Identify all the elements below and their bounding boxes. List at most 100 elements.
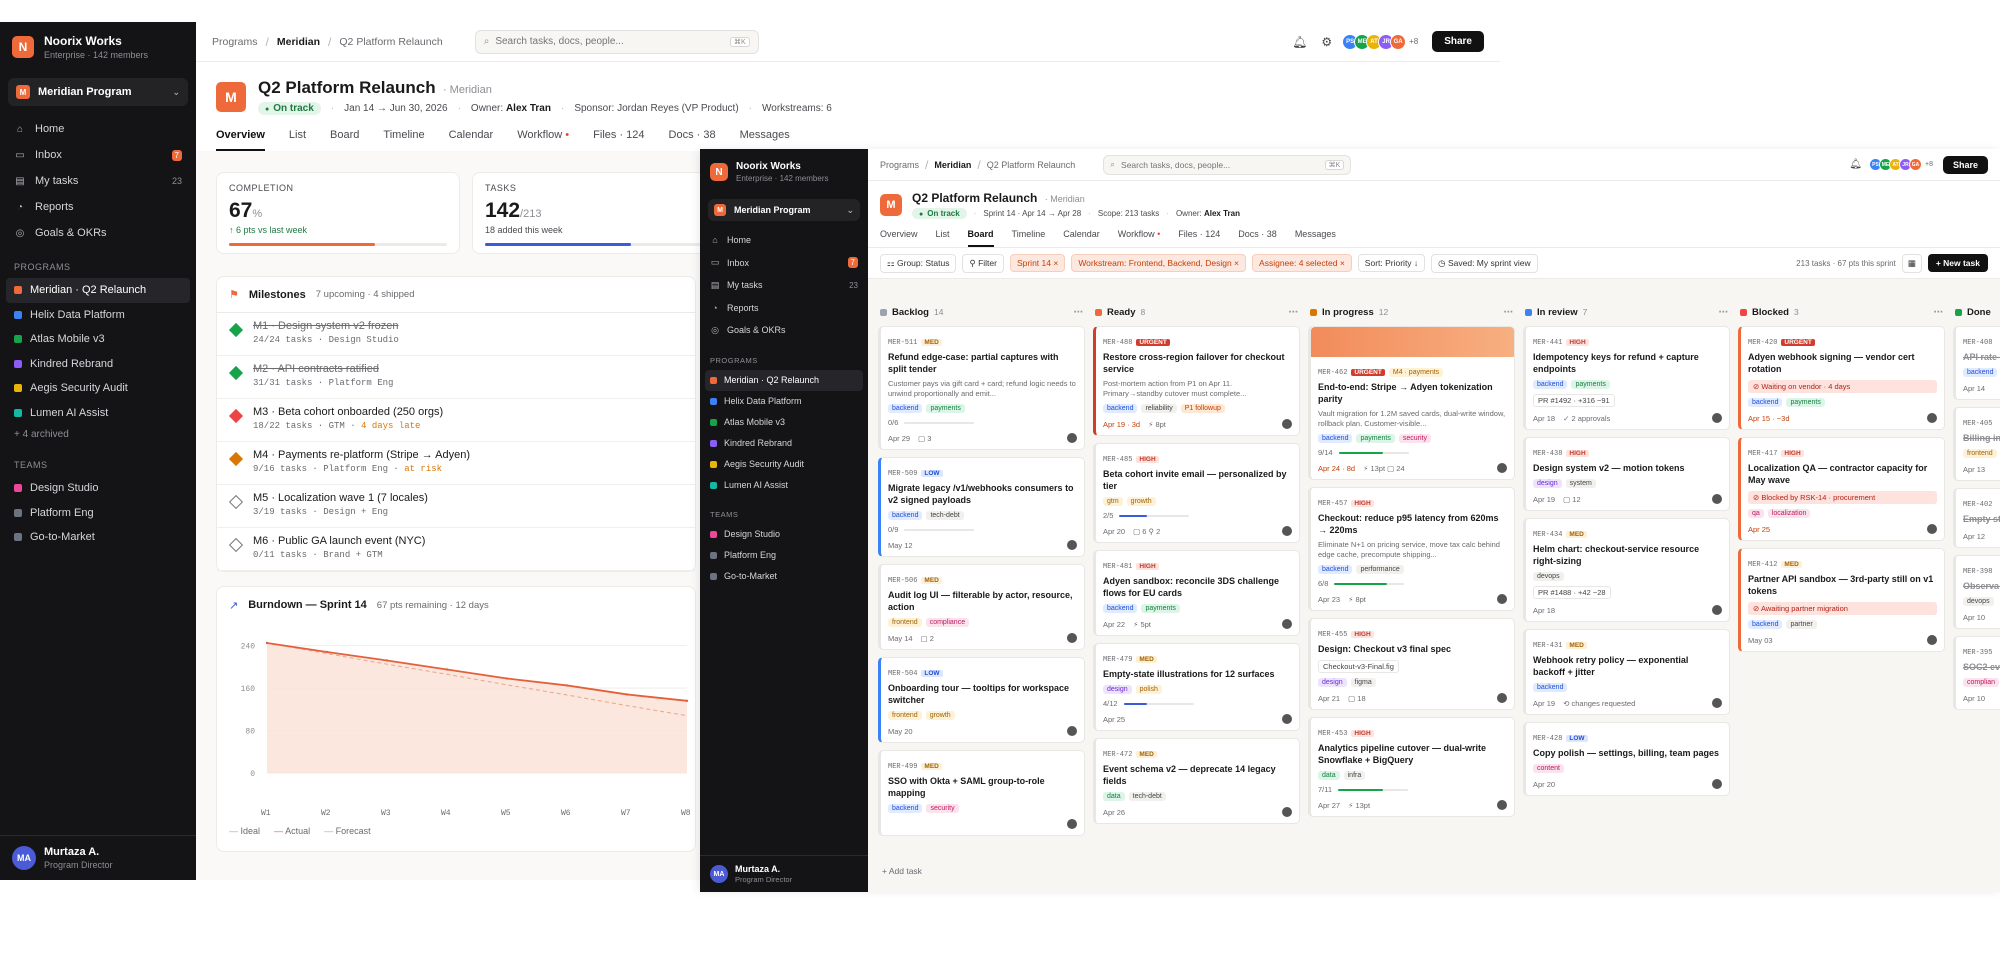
task-card[interactable]: MER-509 LOW Migrate legacy /v1/webhooks co… — [878, 457, 1085, 557]
tab-overview[interactable]: Overview — [880, 229, 918, 247]
team-item-go-to-market[interactable]: Go-to-Market — [0, 525, 196, 550]
task-card[interactable]: MER-499 MED SSO with Okta + SAML group-to-… — [878, 750, 1085, 836]
assignee-avatar[interactable] — [1927, 524, 1937, 534]
tab-files-124[interactable]: Files · 124 — [593, 129, 644, 151]
filter-chip-sprint[interactable]: Sprint 14 × — [1009, 254, 1066, 272]
assignee-avatar[interactable] — [1712, 698, 1722, 708]
program-item-kindred-rebrand[interactable]: Kindred Rebrand — [700, 433, 868, 454]
assignee-avatar[interactable] — [1497, 463, 1507, 473]
workspace-switcher[interactable]: N Noorix Works Enterprise · 142 members — [0, 22, 196, 72]
task-card[interactable]: MER-506 MED Audit log UI — filterable by a… — [878, 564, 1085, 650]
team-item-design-studio[interactable]: Design Studio — [700, 524, 868, 545]
column-header[interactable]: Blocked 3 ⋯ — [1738, 302, 1945, 322]
tab-messages[interactable]: Messages — [740, 129, 790, 151]
task-card[interactable]: MER-395 SOC2 ev reviews complian Apr 10 — [1953, 636, 2000, 710]
bell-icon[interactable]: 🔔︎ — [1292, 35, 1307, 49]
milestone-row[interactable]: M1 · Design system v2 frozen 24/24 tasks … — [217, 313, 695, 356]
program-item-aegis-security-audit[interactable]: Aegis Security Audit — [700, 454, 868, 475]
tab-workflow[interactable]: Workflow • — [1118, 229, 1161, 247]
program-item-meridian-q2-relaunch[interactable]: Meridian · Q2 Relaunch — [705, 369, 863, 391]
member-avatars[interactable]: PS ME AT JR GA +8 — [1869, 158, 1933, 171]
sidebar-item-my-tasks[interactable]: ▤ My tasks 23 — [0, 168, 196, 194]
filter-chip-workstream[interactable]: Workstream: Frontend, Backend, Design × — [1071, 254, 1247, 272]
assignee-avatar[interactable] — [1067, 726, 1077, 736]
breadcrumb-programs[interactable]: Programs — [212, 36, 258, 48]
task-card[interactable]: MER-408 API rate-limit offender backend Apr… — [1953, 326, 2000, 400]
assignee-avatar[interactable] — [1282, 714, 1292, 724]
team-item-go-to-market[interactable]: Go-to-Market — [700, 566, 868, 587]
tab-list[interactable]: List — [936, 229, 950, 247]
task-card[interactable]: MER-434 MED Helm chart: checkout-service r… — [1523, 518, 1730, 622]
assignee-avatar[interactable] — [1927, 635, 1937, 645]
assignee-avatar[interactable] — [1067, 540, 1077, 550]
more-icon[interactable]: ⋯ — [1504, 307, 1514, 318]
new-task-button[interactable]: + New task — [1927, 254, 1988, 272]
sort-button[interactable]: Sort: Priority ↓ — [1357, 254, 1426, 272]
column-header[interactable]: In review 7 ⋯ — [1523, 302, 1730, 322]
gear-icon[interactable]: ⚙ — [1321, 35, 1332, 49]
filter-button[interactable]: ⚲ Filter — [962, 253, 1004, 273]
share-button[interactable]: Share — [1432, 31, 1484, 52]
task-card[interactable]: MER-412 MED Partner API sandbox — 3rd-part… — [1738, 548, 1945, 652]
assignee-avatar[interactable] — [1282, 619, 1292, 629]
sidebar-item-reports[interactable]: ◔ Reports — [0, 194, 196, 220]
program-item-helix-data-platform[interactable]: Helix Data Platform — [0, 303, 196, 328]
share-button[interactable]: Share — [1942, 155, 1988, 174]
member-avatars[interactable]: PS ME AT JR GA +8 — [1342, 33, 1418, 50]
task-card[interactable]: MER-485 HIGH Beta cohort invite email — pe… — [1093, 443, 1300, 543]
more-icon[interactable]: ⋯ — [1719, 307, 1729, 318]
milestone-row[interactable]: M4 · Payments re-platform (Stripe → Adye… — [217, 442, 695, 485]
more-icon[interactable]: ⋯ — [1934, 307, 1944, 318]
assignee-avatar[interactable] — [1067, 633, 1077, 643]
task-card[interactable]: MER-398 Observa SLOs devops Apr 10 — [1953, 555, 2000, 629]
task-card[interactable]: MER-428 LOW Copy polish — settings, billin… — [1523, 722, 1730, 796]
column-header[interactable]: Done⋯ — [1953, 302, 2000, 322]
milestone-row[interactable]: M3 · Beta cohort onboarded (250 orgs) 18/… — [217, 399, 695, 442]
grid-view-icon[interactable]: ▦ — [1901, 253, 1922, 273]
task-card[interactable]: MER-481 HIGH Adyen sandbox: reconcile 3DS … — [1093, 550, 1300, 636]
filter-chip-assignee[interactable]: Assignee: 4 selected × — [1252, 254, 1352, 272]
tab-messages[interactable]: Messages — [1295, 229, 1336, 247]
workspace-switcher[interactable]: N Noorix Works Enterprise · 142 members — [700, 149, 868, 195]
sidebar-item-my-tasks[interactable]: ▤ My tasks 23 — [700, 274, 868, 297]
assignee-avatar[interactable] — [1282, 419, 1292, 429]
tab-calendar[interactable]: Calendar — [449, 129, 494, 151]
sidebar-item-inbox[interactable]: ▭ Inbox 7 — [0, 142, 196, 168]
tab-list[interactable]: List — [289, 129, 306, 151]
assignee-avatar[interactable] — [1927, 413, 1937, 423]
task-card[interactable]: MER-417 HIGH Localization QA — contractor … — [1738, 437, 1945, 541]
pull-request-link[interactable]: PR #1492 · +316 −91 — [1533, 394, 1615, 407]
tab-timeline[interactable]: Timeline — [1012, 229, 1046, 247]
sidebar-item-reports[interactable]: ◔ Reports — [700, 297, 868, 320]
task-card[interactable]: MER-431 MED Webhook retry policy — exponen… — [1523, 629, 1730, 715]
task-card[interactable]: MER-405 Billing in numerals frontend Apr 13 — [1953, 407, 2000, 481]
task-card[interactable]: MER-462 URGENT M4 · payments End-to-end: St… — [1308, 326, 1515, 480]
task-card[interactable]: MER-420 URGENT Adyen webhook signing — ven… — [1738, 326, 1945, 430]
search-input[interactable] — [1121, 159, 1319, 170]
milestone-row[interactable]: M6 · Public GA launch event (NYC) 0/11 ta… — [217, 528, 695, 571]
sidebar-item-home[interactable]: ⌂ Home — [700, 229, 868, 252]
group-by-button[interactable]: ⚏ Group: Status — [880, 253, 957, 273]
tab-files-124[interactable]: Files · 124 — [1178, 229, 1220, 247]
more-icon[interactable]: ⋯ — [1074, 307, 1084, 318]
sidebar-item-inbox[interactable]: ▭ Inbox 7 — [700, 252, 868, 275]
task-card[interactable]: MER-488 URGENT Restore cross-region failov… — [1093, 326, 1300, 436]
tab-board[interactable]: Board — [330, 129, 359, 151]
task-card[interactable]: MER-479 MED Empty-state illustrations for … — [1093, 643, 1300, 731]
pull-request-link[interactable]: PR #1488 · +42 −28 — [1533, 586, 1611, 599]
tab-calendar[interactable]: Calendar — [1063, 229, 1100, 247]
search-box[interactable]: ⌕ ⌘K — [474, 29, 759, 54]
program-item-atlas-mobile-v3[interactable]: Atlas Mobile v3 — [0, 327, 196, 352]
sidebar-item-goals-okrs[interactable]: ◎ Goals & OKRs — [0, 220, 196, 246]
sidebar-item-goals-okrs[interactable]: ◎ Goals & OKRs — [700, 319, 868, 342]
tab-docs-38[interactable]: Docs · 38 — [1238, 229, 1277, 247]
owner-name[interactable]: Alex Tran — [506, 103, 551, 114]
program-item-lumen-ai-assist[interactable]: Lumen AI Assist — [0, 401, 196, 426]
user-profile[interactable]: MA Murtaza A. Program Director — [0, 835, 196, 880]
assignee-avatar[interactable] — [1282, 526, 1292, 536]
column-header[interactable]: Ready 8 ⋯ — [1093, 302, 1300, 322]
breadcrumb-programs[interactable]: Programs — [880, 160, 919, 170]
bell-icon[interactable]: 🔔︎ — [1849, 159, 1862, 170]
task-card[interactable]: MER-504 LOW Onboarding tour — tooltips for… — [878, 657, 1085, 743]
search-box[interactable]: ⌕ ⌘K — [1103, 154, 1352, 175]
